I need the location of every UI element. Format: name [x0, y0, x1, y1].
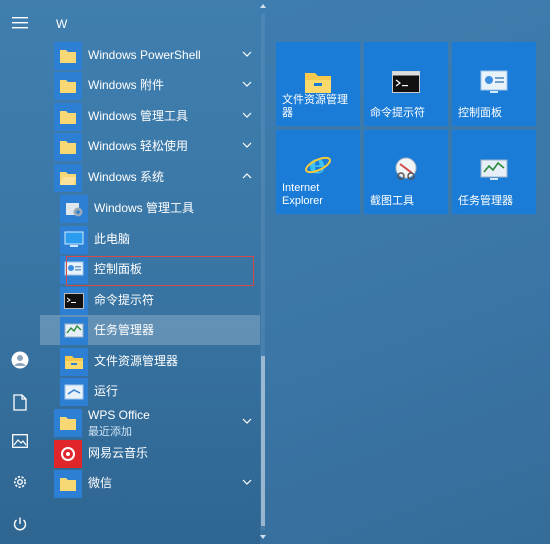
app-run[interactable]: 运行	[40, 376, 260, 406]
internet-explorer-icon: e	[304, 150, 332, 178]
app-netease-music[interactable]: 网易云音乐	[40, 438, 260, 468]
app-label: 任务管理器	[94, 323, 155, 337]
folder-icon	[54, 72, 82, 100]
app-folder-windows-ease-of-access[interactable]: Windows 轻松使用	[40, 131, 260, 161]
tile-label: Internet Explorer	[282, 182, 323, 207]
snipping-tool-icon	[392, 156, 420, 184]
app-label: 文件资源管理器	[94, 354, 179, 368]
chevron-down-icon	[242, 112, 252, 118]
app-folder-wps-office[interactable]: WPS Office 最近添加	[40, 407, 260, 438]
run-icon	[60, 378, 88, 406]
app-label: Windows PowerShell	[88, 48, 201, 62]
start-rail	[0, 0, 40, 544]
app-folder-windows-admin-tools[interactable]: Windows 管理工具	[40, 101, 260, 131]
folder-icon	[54, 103, 82, 131]
chevron-down-icon	[242, 418, 252, 424]
app-windows-admin-tools[interactable]: Windows 管理工具	[40, 193, 260, 223]
app-list: W Windows PowerShell Windows 附件 Windows …	[40, 0, 260, 544]
chevron-down-icon	[242, 479, 252, 485]
tile-internet-explorer[interactable]: e Internet Explorer	[276, 130, 360, 214]
this-pc-icon	[60, 226, 88, 254]
section-letter-header[interactable]: W	[56, 17, 67, 31]
hamburger-menu-icon[interactable]	[10, 13, 30, 33]
app-label: 此电脑	[94, 232, 131, 246]
tile-label: 文件资源管理器	[282, 94, 348, 119]
chevron-down-icon	[242, 81, 252, 87]
app-label: Windows 附件	[88, 78, 165, 92]
app-label: 微信	[88, 476, 113, 490]
scrollbar-thumb[interactable]	[261, 356, 265, 526]
folder-icon	[54, 470, 82, 498]
user-avatar-icon[interactable]	[10, 350, 30, 370]
app-folder-wechat[interactable]: 微信	[40, 468, 260, 498]
folder-icon	[54, 133, 82, 161]
file-explorer-icon	[304, 68, 332, 96]
pictures-icon[interactable]	[10, 431, 30, 451]
recently-added-label: 最近添加	[88, 426, 132, 438]
app-label: Windows 系统	[88, 170, 165, 184]
tile-label: 截图工具	[370, 195, 414, 207]
tile-command-prompt[interactable]: 命令提示符	[364, 42, 448, 126]
app-label: 网易云音乐	[88, 446, 149, 460]
tile-label: 控制面板	[458, 107, 502, 119]
cmd-icon	[60, 287, 88, 315]
app-label: 命令提示符	[94, 293, 155, 307]
chevron-down-icon	[242, 142, 252, 148]
tile-snipping-tool[interactable]: 截图工具	[364, 130, 448, 214]
tile-label: 任务管理器	[458, 195, 513, 207]
tile-task-manager[interactable]: 任务管理器	[452, 130, 536, 214]
admin-tools-icon	[60, 195, 88, 223]
scroll-down-arrow-icon[interactable]	[260, 534, 266, 540]
folder-icon	[54, 42, 82, 70]
app-list-scrollbar[interactable]	[259, 0, 267, 544]
control-panel-icon	[480, 68, 508, 96]
app-folder-windows-system[interactable]: Windows 系统	[40, 162, 260, 192]
documents-icon[interactable]	[10, 392, 30, 412]
app-file-explorer[interactable]: 文件资源管理器	[40, 346, 260, 376]
netease-music-icon	[54, 440, 82, 468]
app-command-prompt[interactable]: 命令提示符	[40, 285, 260, 315]
task-manager-icon	[60, 317, 88, 345]
app-task-manager[interactable]: 任务管理器	[40, 315, 260, 345]
tile-file-explorer[interactable]: 文件资源管理器	[276, 42, 360, 126]
scroll-up-arrow-icon[interactable]	[260, 3, 266, 9]
tile-control-panel[interactable]: 控制面板	[452, 42, 536, 126]
app-label: Windows 管理工具	[94, 201, 195, 215]
folder-icon	[54, 409, 82, 437]
settings-gear-icon[interactable]	[10, 472, 30, 492]
app-folder-windows-powershell[interactable]: Windows PowerShell	[40, 40, 260, 70]
cmd-icon	[392, 68, 420, 96]
tile-label: 命令提示符	[370, 107, 425, 119]
app-label: Windows 管理工具	[88, 109, 189, 123]
app-folder-windows-accessories[interactable]: Windows 附件	[40, 70, 260, 100]
chevron-down-icon	[242, 51, 252, 57]
power-icon[interactable]	[10, 514, 30, 534]
selection-highlight-box	[66, 256, 254, 286]
chevron-up-icon	[242, 173, 252, 179]
app-label: Windows 轻松使用	[88, 139, 189, 153]
app-this-pc[interactable]: 此电脑	[40, 224, 260, 254]
file-explorer-icon	[60, 348, 88, 376]
folder-open-icon	[54, 164, 82, 192]
task-manager-icon	[480, 156, 508, 184]
